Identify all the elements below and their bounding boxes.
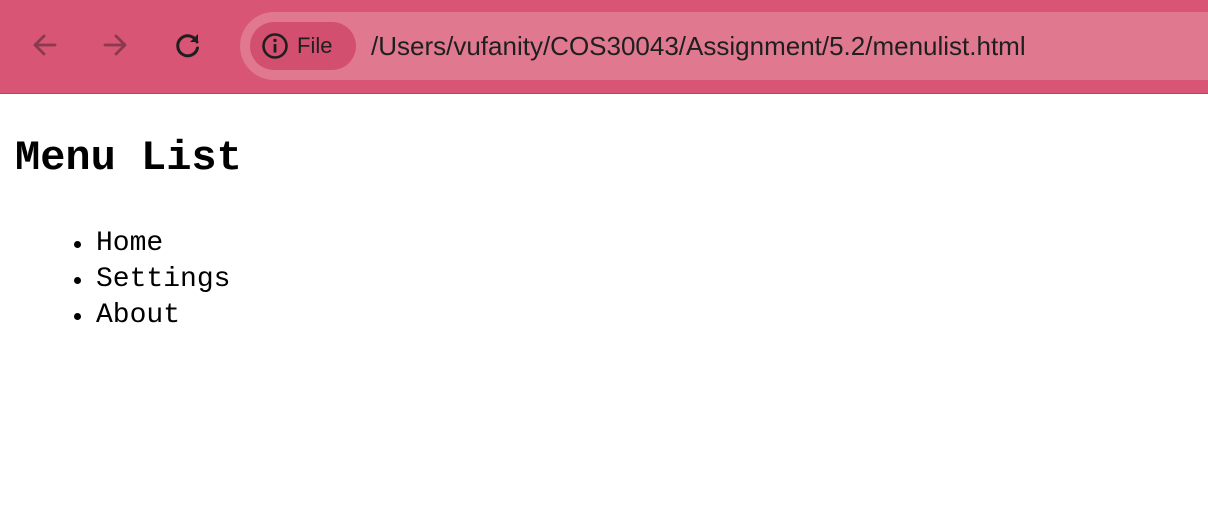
url-text[interactable]: /Users/vufanity/COS30043/Assignment/5.2/… bbox=[371, 12, 1026, 80]
chip-label: File bbox=[297, 33, 333, 58]
forward-button[interactable] bbox=[95, 25, 135, 65]
arrow-left-icon bbox=[30, 30, 60, 60]
list-item: Settings bbox=[73, 262, 230, 298]
menu-list: Home Settings About bbox=[73, 226, 230, 334]
arrow-right-icon bbox=[100, 30, 130, 60]
list-item: Home bbox=[73, 226, 230, 262]
reload-button[interactable] bbox=[168, 25, 208, 65]
address-bar[interactable]: File /Users/vufanity/COS30043/Assignment… bbox=[240, 12, 1208, 80]
page-title: Menu List bbox=[15, 134, 242, 182]
browser-toolbar: File /Users/vufanity/COS30043/Assignment… bbox=[0, 0, 1208, 94]
back-button[interactable] bbox=[25, 25, 65, 65]
page-content: Menu List Home Settings About bbox=[0, 94, 1208, 514]
reload-icon bbox=[173, 30, 203, 60]
list-item: About bbox=[73, 298, 230, 334]
site-info-chip[interactable]: File bbox=[250, 22, 356, 70]
info-icon bbox=[261, 32, 289, 60]
